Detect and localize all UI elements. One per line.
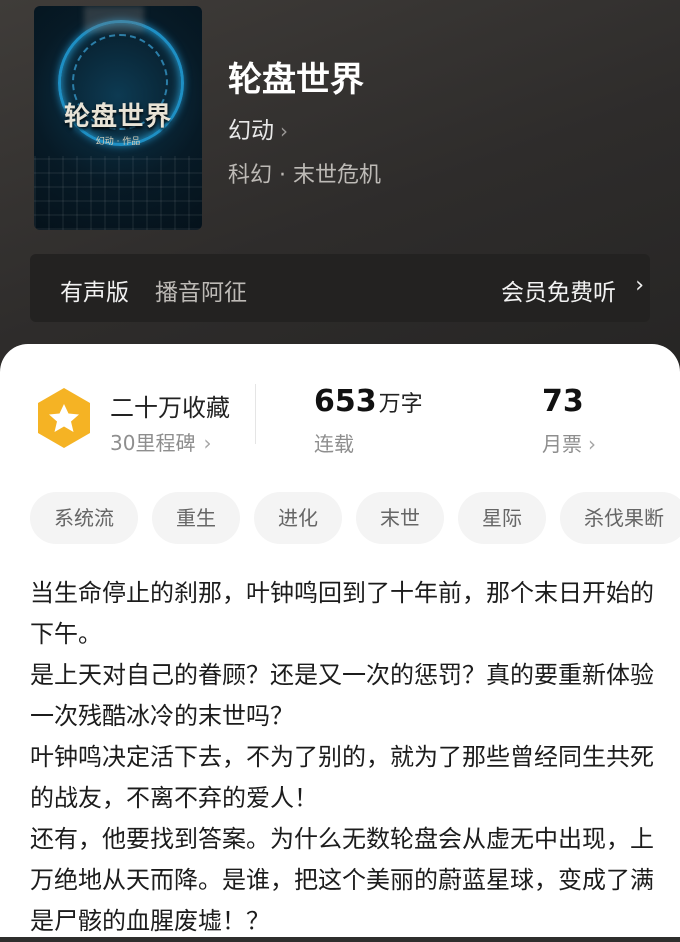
milestone-label: 30里程碑	[110, 431, 196, 455]
author-name: 幻动	[228, 118, 274, 144]
synopsis-paragraph: 当生命停止的刹那，叶钟鸣回到了十年前，那个末日开始的下午。	[30, 579, 654, 648]
synopsis-paragraph: 还有，他要找到答案。为什么无数轮盘会从虚无中出现，上万绝地从天而降。是谁，把这个…	[30, 825, 654, 935]
word-count-value: 653	[314, 384, 377, 419]
monthly-votes-value: 73	[542, 384, 584, 419]
chevron-right-icon: ›	[588, 432, 596, 456]
serial-status: 连载	[314, 432, 354, 456]
word-count: 653万字	[314, 384, 423, 419]
narrator-name: 播音阿征	[155, 280, 247, 306]
tag-chip[interactable]: 进化	[254, 492, 342, 544]
synopsis-paragraph: 叶钟鸣决定活下去，不为了别的，就为了那些曾经同生共死的战友，不离不弃的爱人！	[30, 743, 654, 812]
chevron-right-icon: ›	[203, 431, 212, 455]
tag-chip[interactable]: 系统流	[30, 492, 138, 544]
monthly-votes-link[interactable]: 月票 ›	[542, 428, 596, 457]
book-cover[interactable]: 轮盘世界 幻动 · 作品	[34, 6, 202, 230]
book-title: 轮盘世界	[228, 60, 364, 100]
author-link[interactable]: 幻动 ›	[228, 111, 288, 145]
chevron-right-icon: ›	[280, 119, 288, 143]
free-listen-label: 会员免费听	[501, 280, 616, 306]
collection-count: 二十万收藏	[110, 394, 230, 422]
audio-version-bar[interactable]: 有声版 播音阿征 会员免费听 ›	[30, 254, 650, 322]
monthly-votes-label: 月票	[542, 432, 582, 456]
cover-author-line: 幻动 · 作品	[95, 137, 141, 147]
tag-list: 系统流 重生 进化 末世 星际 杀伐果断	[30, 492, 680, 546]
chevron-right-icon: ›	[635, 273, 644, 298]
cover-blur-patch	[84, 6, 144, 32]
cover-title: 轮盘世界	[63, 102, 172, 132]
tag-chip[interactable]: 杀伐果断	[560, 492, 680, 544]
genre-label: 科幻 · 末世危机	[228, 163, 381, 188]
cover-grid-pattern	[34, 156, 202, 230]
synopsis: 当生命停止的刹那，叶钟鸣回到了十年前，那个末日开始的下午。 是上天对自己的眷顾？…	[30, 573, 655, 942]
word-count-unit: 万字	[378, 392, 423, 417]
star-icon[interactable]	[34, 386, 94, 450]
tag-chip[interactable]: 星际	[458, 492, 546, 544]
audio-version-label: 有声版	[60, 280, 129, 306]
synopsis-paragraph: 是上天对自己的眷顾？还是又一次的惩罚？真的要重新体验一次残酷冰冷的末世吗？	[30, 661, 654, 730]
tag-chip[interactable]: 末世	[356, 492, 444, 544]
tag-chip[interactable]: 重生	[152, 492, 240, 544]
stat-divider	[255, 384, 256, 444]
milestone-link[interactable]: 30里程碑 ›	[110, 427, 211, 456]
